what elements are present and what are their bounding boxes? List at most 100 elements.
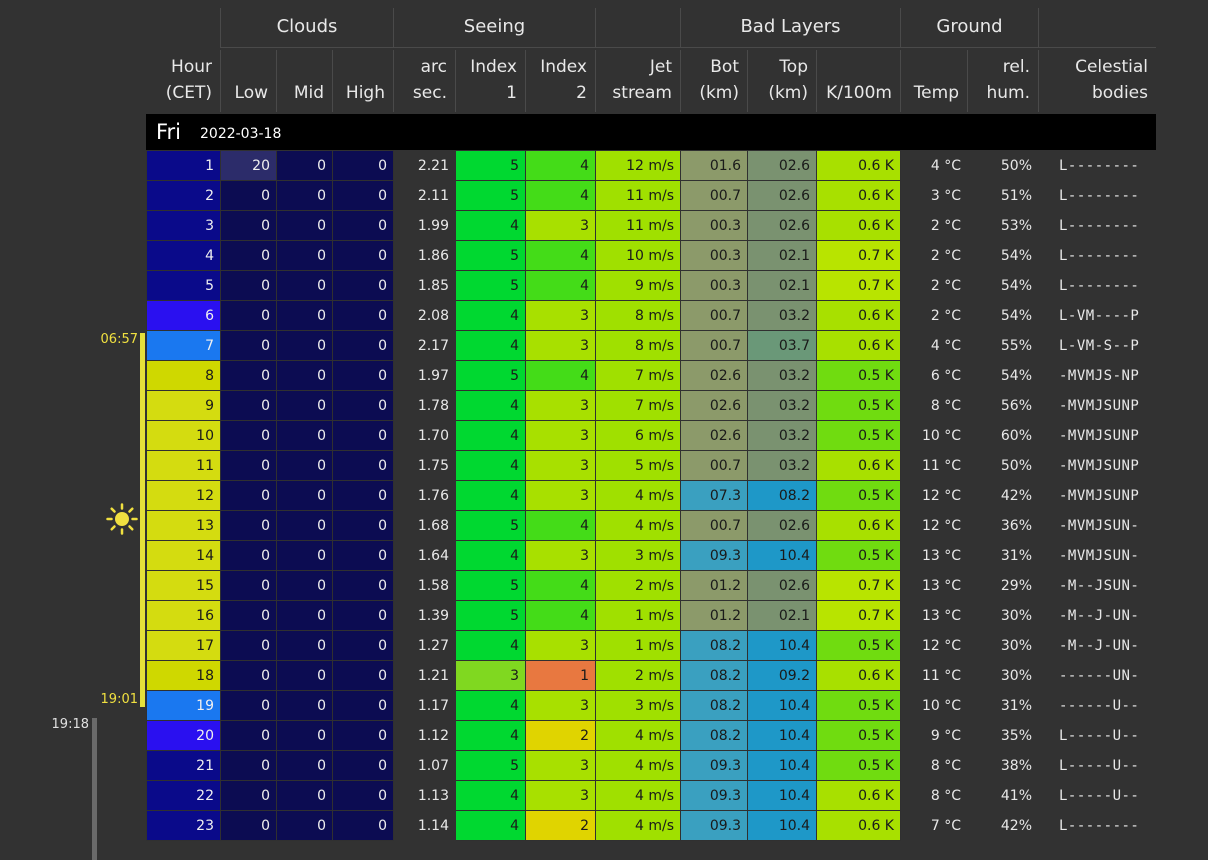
cloud-low-cell: 0 bbox=[220, 660, 277, 691]
cloud-mid-cell: 0 bbox=[276, 660, 333, 691]
hour-cell: 5 bbox=[146, 270, 221, 301]
celestial-cell: L-VM-S--P bbox=[1038, 330, 1157, 361]
hour-cell: 17 bbox=[146, 630, 221, 661]
cloud-high-cell: 0 bbox=[332, 360, 394, 391]
temp-gradient-cell: 0.6 K bbox=[816, 150, 901, 181]
layer-bottom-cell: 07.3 bbox=[680, 480, 748, 511]
table-row: 2 0 0 0 2.11 5 4 11 m/s 00.7 02.6 0.6 K3 °C 51% L---… bbox=[146, 180, 1157, 211]
sun-timeline: 06:57 19:01 19:18 bbox=[0, 0, 146, 860]
col-bot: Bot (km) bbox=[680, 50, 747, 112]
group-spacer-jet bbox=[595, 8, 680, 48]
temp-cell: 2 °C bbox=[900, 270, 968, 301]
hour-cell: 8 bbox=[146, 360, 221, 391]
jet-stream-cell: 2 m/s bbox=[595, 660, 681, 691]
temp-gradient-cell: 0.5 K bbox=[816, 480, 901, 511]
celestial-cell: -MVMJSUNP bbox=[1038, 480, 1157, 511]
temp-cell: 11 °C bbox=[900, 660, 968, 691]
layer-top-cell: 10.4 bbox=[747, 810, 817, 841]
cloud-high-cell: 0 bbox=[332, 720, 394, 751]
jet-stream-cell: 3 m/s bbox=[595, 540, 681, 571]
seeing-index1-cell: 4 bbox=[455, 390, 526, 421]
jet-stream-cell: 8 m/s bbox=[595, 330, 681, 361]
temp-gradient-cell: 0.7 K bbox=[816, 600, 901, 631]
jet-stream-cell: 4 m/s bbox=[595, 510, 681, 541]
hour-cell: 2 bbox=[146, 180, 221, 211]
celestial-cell: -MVMJSUNP bbox=[1038, 450, 1157, 481]
seeing-index1-cell: 4 bbox=[455, 420, 526, 451]
table-row: 23 0 0 0 1.14 4 2 4 m/s 09.3 10.4 0.6 K7 °C 42% L---… bbox=[146, 810, 1157, 841]
cloud-mid-cell: 0 bbox=[276, 720, 333, 751]
cloud-mid-cell: 0 bbox=[276, 540, 333, 571]
jet-stream-cell: 11 m/s bbox=[595, 180, 681, 211]
humidity-cell: 29% bbox=[967, 570, 1039, 601]
table-row: 13 0 0 0 1.68 5 4 4 m/s 00.7 02.6 0.6 K 12 °C 36% -MV… bbox=[146, 510, 1157, 541]
seeing-index2-cell: 4 bbox=[525, 360, 596, 391]
temp-cell: 13 °C bbox=[900, 600, 968, 631]
hour-cell: 16 bbox=[146, 600, 221, 631]
hour-cell: 20 bbox=[146, 720, 221, 751]
cloud-mid-cell: 0 bbox=[276, 450, 333, 481]
table-row: 11 0 0 0 1.75 4 3 5 m/s 00.7 03.2 0.6 K 11 °C 50% -MV… bbox=[146, 450, 1157, 481]
seeing-index2-cell: 3 bbox=[525, 210, 596, 241]
cloud-high-cell: 0 bbox=[332, 270, 394, 301]
temp-gradient-cell: 0.5 K bbox=[816, 540, 901, 571]
seeing-arc-cell: 1.64 bbox=[393, 540, 456, 571]
layer-bottom-cell: 01.2 bbox=[680, 570, 748, 601]
layer-top-cell: 10.4 bbox=[747, 750, 817, 781]
seeing-arc-cell: 2.11 bbox=[393, 180, 456, 211]
hour-cell: 10 bbox=[146, 420, 221, 451]
cloud-low-cell: 0 bbox=[220, 450, 277, 481]
cloud-low-cell: 0 bbox=[220, 180, 277, 211]
celestial-cell: L-------- bbox=[1038, 240, 1157, 271]
layer-top-cell: 10.4 bbox=[747, 630, 817, 661]
humidity-cell: 54% bbox=[967, 240, 1039, 271]
layer-bottom-cell: 08.2 bbox=[680, 660, 748, 691]
layer-top-cell: 02.1 bbox=[747, 270, 817, 301]
celestial-cell: L-------- bbox=[1038, 180, 1157, 211]
day-name: Fri bbox=[156, 120, 182, 144]
cloud-high-cell: 0 bbox=[332, 750, 394, 781]
hour-cell: 6 bbox=[146, 300, 221, 331]
temp-cell: 8 °C bbox=[900, 390, 968, 421]
cloud-mid-cell: 0 bbox=[276, 180, 333, 211]
temp-gradient-cell: 0.7 K bbox=[816, 270, 901, 301]
temp-cell: 13 °C bbox=[900, 540, 968, 571]
seeing-index2-cell: 3 bbox=[525, 420, 596, 451]
hour-cell: 13 bbox=[146, 510, 221, 541]
col-arc: arc sec. bbox=[393, 50, 455, 112]
seeing-arc-cell: 1.07 bbox=[393, 750, 456, 781]
seeing-index1-cell: 4 bbox=[455, 720, 526, 751]
sunrise-time: 06:57 bbox=[100, 332, 138, 347]
table-row: 3 0 0 0 1.99 4 3 11 m/s 00.3 02.6 0.6 K2 °C 53% L---… bbox=[146, 210, 1157, 241]
seeing-index1-cell: 4 bbox=[455, 690, 526, 721]
seeing-index1-cell: 5 bbox=[455, 180, 526, 211]
layer-top-cell: 02.6 bbox=[747, 570, 817, 601]
celestial-cell: -M--J-UN- bbox=[1038, 630, 1157, 661]
table-row: 1 20 0 0 2.21 5 4 12 m/s 01.6 02.6 0.6 K4 °C 50% L--… bbox=[146, 150, 1157, 181]
temp-gradient-cell: 0.5 K bbox=[816, 360, 901, 391]
temp-cell: 11 °C bbox=[900, 450, 968, 481]
humidity-cell: 50% bbox=[967, 450, 1039, 481]
temp-gradient-cell: 0.6 K bbox=[816, 450, 901, 481]
table-row: 15 0 0 0 1.58 5 4 2 m/s 01.2 02.6 0.7 K 13 °C 29% -M-… bbox=[146, 570, 1157, 601]
seeing-arc-cell: 2.17 bbox=[393, 330, 456, 361]
hour-cell: 21 bbox=[146, 750, 221, 781]
cloud-low-cell: 20 bbox=[220, 150, 277, 181]
seeing-index2-cell: 3 bbox=[525, 540, 596, 571]
table-row: 22 0 0 0 1.13 4 3 4 m/s 09.3 10.4 0.6 K8 °C 41% L---… bbox=[146, 780, 1157, 811]
group-bad-layers: Bad Layers bbox=[680, 8, 900, 48]
jet-stream-cell: 4 m/s bbox=[595, 750, 681, 781]
cloud-mid-cell: 0 bbox=[276, 210, 333, 241]
cloud-mid-cell: 0 bbox=[276, 330, 333, 361]
jet-stream-cell: 11 m/s bbox=[595, 210, 681, 241]
cloud-high-cell: 0 bbox=[332, 390, 394, 421]
temp-cell: 2 °C bbox=[900, 240, 968, 271]
cloud-low-cell: 0 bbox=[220, 480, 277, 511]
seeing-arc-cell: 1.85 bbox=[393, 270, 456, 301]
celestial-cell: L-----U-- bbox=[1038, 720, 1157, 751]
humidity-cell: 35% bbox=[967, 720, 1039, 751]
humidity-cell: 55% bbox=[967, 330, 1039, 361]
darkness-bar bbox=[92, 718, 97, 860]
humidity-cell: 51% bbox=[967, 180, 1039, 211]
table-row: 18 0 0 0 1.21 3 1 2 m/s 08.2 09.2 0.6 K 11 °C 30% ---… bbox=[146, 660, 1157, 691]
